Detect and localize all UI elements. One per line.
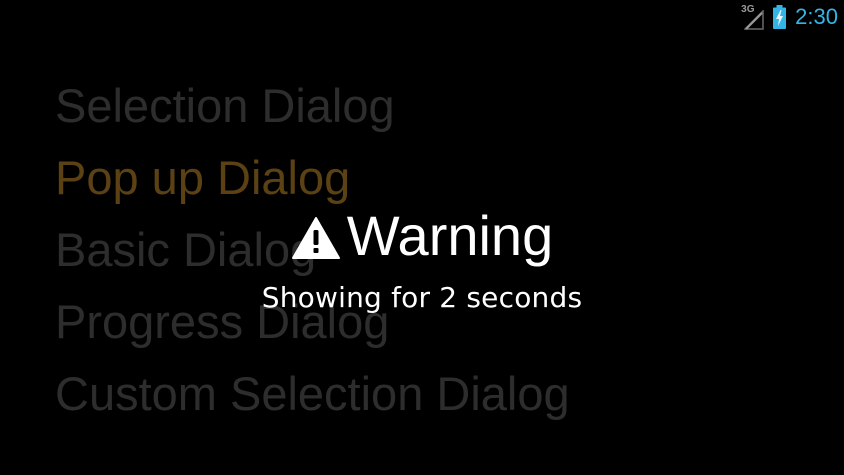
toast-title-row: Warning xyxy=(0,200,844,272)
battery-charging-icon xyxy=(773,5,787,29)
status-icons: 3G 2:30 xyxy=(740,2,838,32)
clock: 2:30 xyxy=(795,4,838,29)
toast-popup: Warning Showing for 2 seconds xyxy=(0,200,844,318)
list-item-custom-selection-dialog[interactable]: Custom Selection Dialog xyxy=(55,358,570,430)
toast-message: Showing for 2 seconds xyxy=(261,281,583,314)
signal-icon: 3G xyxy=(740,4,766,30)
status-bar: 3G 2:30 xyxy=(0,0,844,34)
app-screen: 3G 2:30 Selection Dialog Pop up Dialog B… xyxy=(0,0,844,475)
warning-icon xyxy=(291,217,340,259)
signal-strength-icon xyxy=(744,10,764,30)
toast-title: Warning xyxy=(346,204,554,267)
list-item-selection-dialog[interactable]: Selection Dialog xyxy=(55,70,570,142)
